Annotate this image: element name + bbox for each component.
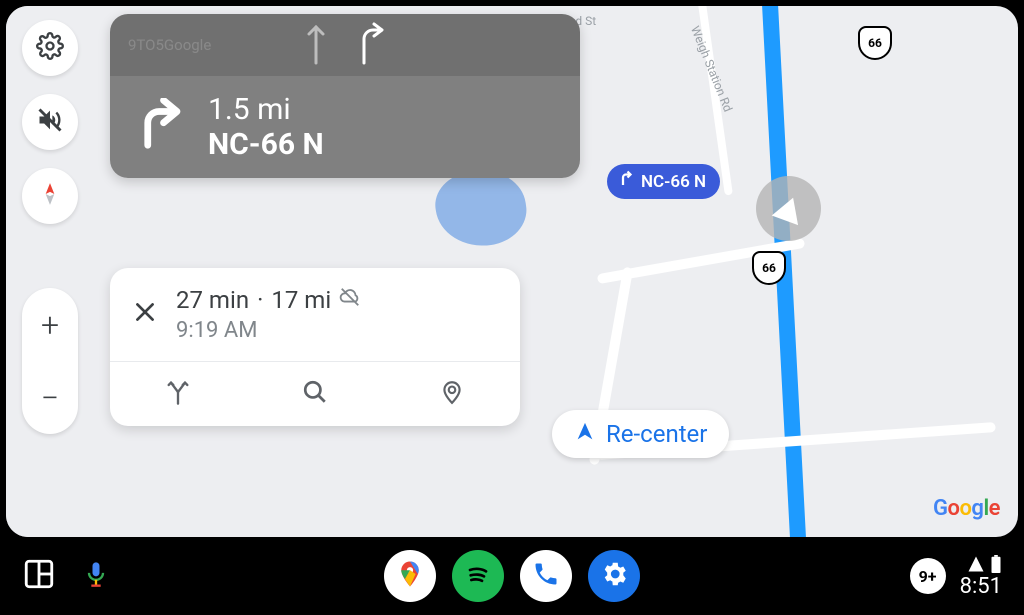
separator: · bbox=[257, 286, 263, 314]
google-logo: Google bbox=[933, 496, 1000, 521]
status-area: 8:51 bbox=[960, 555, 1002, 598]
route-shield-icon: 66 bbox=[858, 26, 892, 60]
eta-card: 27 min · 17 mi 9:19 AM bbox=[110, 268, 520, 426]
water-area bbox=[431, 165, 531, 252]
map-turn-pill[interactable]: NC-66 N bbox=[607, 164, 720, 199]
dock-app-phone[interactable] bbox=[520, 550, 572, 602]
route-shield-icon: 66 bbox=[752, 251, 786, 285]
eta-summary-line: 27 min · 17 mi bbox=[176, 286, 361, 314]
dock-app-settings[interactable] bbox=[588, 550, 640, 602]
direction-road: NC-66 N bbox=[208, 127, 324, 162]
mute-button[interactable] bbox=[22, 94, 78, 150]
android-auto-dock: 9+ 8:51 bbox=[0, 537, 1024, 615]
close-navigation-button[interactable] bbox=[132, 299, 158, 330]
compass-button[interactable] bbox=[22, 168, 78, 224]
dock-app-spotify[interactable] bbox=[452, 550, 504, 602]
destination-button[interactable] bbox=[383, 362, 520, 426]
settings-button[interactable] bbox=[22, 20, 78, 76]
notification-badge[interactable]: 9+ bbox=[910, 558, 946, 594]
map-sidebar: + − bbox=[6, 6, 106, 537]
signal-icon bbox=[966, 555, 986, 576]
zoom-in-button[interactable]: + bbox=[22, 288, 78, 361]
cloud-off-icon bbox=[339, 286, 361, 314]
alternate-routes-button[interactable] bbox=[110, 362, 247, 426]
voice-assistant-button[interactable] bbox=[82, 555, 110, 597]
lane-guidance-bar: 9TO5Google bbox=[110, 14, 580, 76]
eta-time-remaining: 27 min bbox=[176, 286, 249, 314]
status-clock: 8:51 bbox=[960, 576, 1002, 598]
turn-right-icon bbox=[617, 170, 635, 193]
phone-icon bbox=[532, 560, 560, 592]
gear-icon bbox=[599, 559, 629, 593]
zoom-control: + − bbox=[22, 288, 78, 434]
recenter-button[interactable]: Re-center bbox=[552, 410, 729, 458]
navigate-arrow-icon bbox=[574, 421, 596, 447]
spotify-icon bbox=[462, 558, 494, 594]
search-button[interactable] bbox=[247, 362, 384, 426]
speaker-muted-icon bbox=[36, 106, 64, 138]
direction-distance: 1.5 mi bbox=[208, 92, 324, 127]
recenter-label: Re-center bbox=[606, 420, 707, 448]
watermark-text: 9TO5Google bbox=[128, 36, 211, 54]
eta-arrival-time: 9:19 AM bbox=[176, 318, 361, 343]
pin-icon bbox=[439, 379, 465, 409]
zoom-out-button[interactable]: − bbox=[22, 361, 78, 434]
google-maps-icon bbox=[395, 559, 425, 593]
eta-distance-remaining: 17 mi bbox=[271, 286, 331, 314]
dock-app-maps[interactable] bbox=[384, 550, 436, 602]
search-icon bbox=[302, 379, 328, 409]
route-fork-icon bbox=[164, 378, 192, 410]
vehicle-marker bbox=[756, 176, 821, 241]
turn-right-icon bbox=[132, 98, 186, 156]
compass-icon bbox=[37, 181, 63, 211]
map-turn-label: NC-66 N bbox=[641, 172, 706, 192]
vehicle-arrow-icon bbox=[771, 192, 806, 224]
direction-main: 1.5 mi NC-66 N bbox=[110, 76, 580, 178]
gear-icon bbox=[36, 32, 64, 64]
battery-icon bbox=[990, 555, 1002, 576]
arrow-up-icon bbox=[304, 21, 328, 69]
arrow-turn-right-icon bbox=[356, 21, 386, 69]
app-launcher-button[interactable] bbox=[22, 557, 56, 595]
direction-card[interactable]: 9TO5Google 1.5 mi NC-66 N bbox=[110, 14, 580, 178]
